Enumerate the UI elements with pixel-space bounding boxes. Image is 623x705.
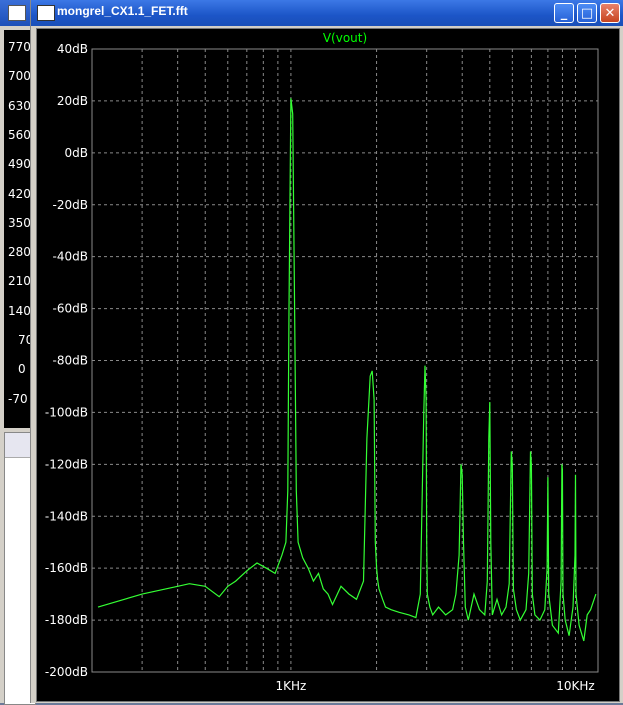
y-tick-label: -120dB bbox=[45, 457, 88, 471]
waveform-icon bbox=[37, 5, 55, 21]
y-tick-label: -60dB bbox=[53, 302, 88, 316]
trace-title[interactable]: V(vout) bbox=[323, 31, 367, 45]
x-tick-label: 10KHz bbox=[556, 679, 594, 693]
y-tick-label: 0dB bbox=[65, 146, 88, 160]
background-window-titlebar[interactable] bbox=[0, 0, 34, 26]
maximize-button[interactable]: □ bbox=[577, 3, 597, 23]
y-tick-label: -200dB bbox=[45, 665, 88, 679]
y-tick-label: -180dB bbox=[45, 613, 88, 627]
trace-line bbox=[97, 98, 597, 642]
window-titlebar[interactable]: mongrel_CX1.1_FET.fft _ □ ✕ bbox=[31, 0, 623, 26]
waveform-window[interactable]: mongrel_CX1.1_FET.fft _ □ ✕ 40dB 20dB 0dB -… bbox=[30, 0, 623, 703]
fft-chart[interactable]: 40dB 20dB 0dB -20dB -40dB -60dB -80dB -100dB -12… bbox=[37, 29, 619, 701]
window-title: mongrel_CX1.1_FET.fft bbox=[57, 4, 188, 18]
y-tick-label: -80dB bbox=[53, 354, 88, 368]
x-tick-label: 1KHz bbox=[275, 679, 306, 693]
y-tick-label: -160dB bbox=[45, 561, 88, 575]
y-tick-label: 20dB bbox=[57, 94, 88, 108]
y-tick-label: -20dB bbox=[53, 198, 88, 212]
y-tick-label: -140dB bbox=[45, 509, 88, 523]
close-button[interactable]: ✕ bbox=[600, 3, 620, 23]
minimize-button[interactable]: _ bbox=[554, 3, 574, 23]
waveform-icon bbox=[8, 5, 26, 21]
y-tick-label: -40dB bbox=[53, 250, 88, 264]
y-tick-label: 40dB bbox=[57, 42, 88, 56]
y-tick-label: -100dB bbox=[45, 405, 88, 419]
plot-pane[interactable]: 40dB 20dB 0dB -20dB -40dB -60dB -80dB -100dB -12… bbox=[36, 28, 620, 702]
